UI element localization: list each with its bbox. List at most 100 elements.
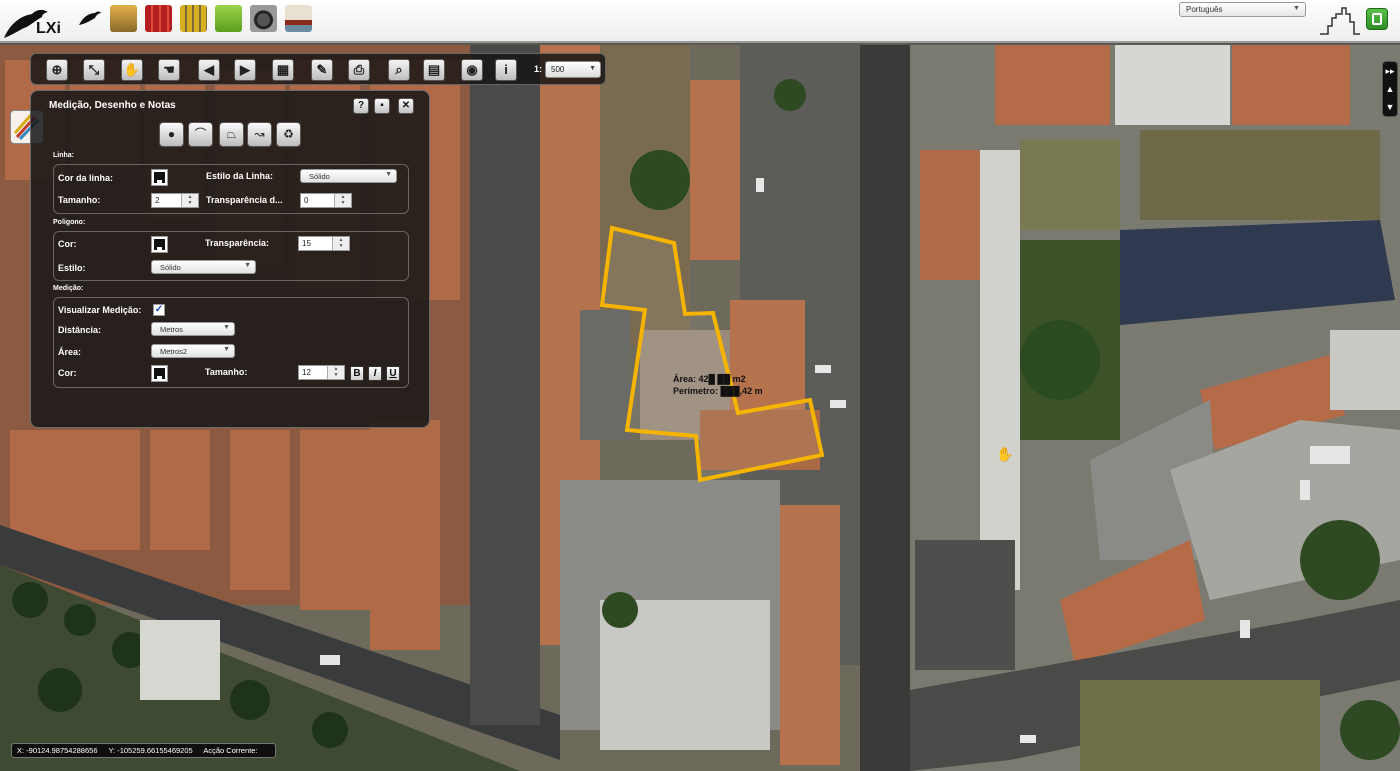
- polygon-color-picker[interactable]: [151, 236, 168, 253]
- arrow-up-icon[interactable]: ▲: [1383, 80, 1397, 98]
- show-measurement-label: Visualizar Medição:: [58, 305, 142, 315]
- x-coordinate: X: -90124.98754288656: [17, 746, 98, 755]
- scale-label: 1:: [534, 64, 543, 74]
- stepper-arrows-icon[interactable]: ▲ ▼: [327, 366, 344, 379]
- archive-app-icon[interactable]: [145, 5, 172, 32]
- polygon-style-value: Sólido: [160, 263, 181, 272]
- help-icon[interactable]: ?: [353, 98, 369, 114]
- polygon-color-label: Cor:: [58, 239, 77, 249]
- minimize-icon[interactable]: ▪: [374, 98, 390, 114]
- stepper-arrows-icon[interactable]: ▲ ▼: [181, 194, 198, 207]
- recycle-clear-icon[interactable]: ♻: [276, 122, 301, 147]
- current-action: Acção Corrente:: [203, 746, 258, 755]
- bold-button[interactable]: B: [350, 366, 364, 381]
- hand-cursor-icon: ✋: [996, 446, 1014, 462]
- polygon-style-label: Estilo:: [58, 263, 86, 273]
- distance-unit-value: Metros: [160, 325, 183, 334]
- chevron-down-icon: ▼: [589, 65, 596, 72]
- line-style-select[interactable]: Sólido ▼: [300, 169, 397, 183]
- ship-app-icon[interactable]: [285, 5, 312, 32]
- green-map-app-icon[interactable]: [215, 5, 242, 32]
- line-transparency-label: Transparência d...: [206, 195, 283, 205]
- camera-icon[interactable]: ◉: [461, 59, 483, 81]
- text-color-picker[interactable]: [151, 365, 168, 382]
- status-bar: X: -90124.98754288656 Y: -105259.6615546…: [11, 743, 276, 758]
- area-unit-label: Área:: [58, 347, 82, 357]
- distance-unit-label: Distância:: [58, 325, 102, 335]
- stepper-arrows-icon[interactable]: ▲ ▼: [332, 237, 349, 250]
- draw-icon[interactable]: ✎: [311, 59, 333, 81]
- chevron-down-icon: ▼: [1293, 5, 1300, 12]
- polygon-transparency-value: 15: [302, 239, 311, 248]
- line-style-label: Estilo da Linha:: [206, 171, 274, 181]
- text-size-value: 12: [302, 368, 311, 377]
- point-tool-icon[interactable]: ●: [159, 122, 184, 147]
- language-select[interactable]: Português ▼: [1179, 2, 1306, 17]
- area-unit-select[interactable]: Metros2 ▼: [151, 344, 235, 358]
- chevron-down-icon: ▼: [223, 346, 230, 353]
- chevron-down-icon: ▼: [385, 171, 392, 178]
- logo-text: LXi: [36, 20, 61, 37]
- measure-draw-panel: Medição, Desenho e Notas ? ▪ ✕ ● ⌒ ⏢ ↝ ♻…: [30, 90, 430, 428]
- window-icon: [1372, 13, 1382, 25]
- perimeter-text: Perímetro: ███,42 m: [673, 386, 763, 396]
- distance-unit-select[interactable]: Metros ▼: [151, 322, 235, 336]
- polygon-transparency-stepper[interactable]: 15 ▲ ▼: [298, 236, 350, 251]
- open-app-button[interactable]: [1366, 8, 1388, 30]
- area-text: Área: 42█ ██ m2: [673, 374, 746, 384]
- show-measurement-checkbox[interactable]: ✓: [153, 304, 165, 316]
- close-icon[interactable]: ✕: [398, 98, 414, 114]
- info-icon[interactable]: i: [495, 59, 517, 81]
- layers-icon[interactable]: ▦: [272, 59, 294, 81]
- scale-value: 500: [551, 65, 565, 74]
- text-size-label: Tamanho:: [205, 367, 248, 377]
- bird-app-icon[interactable]: [75, 5, 102, 32]
- measurement-label: Área: 42█ ██ m2 Perímetro: ███,42 m: [673, 373, 763, 397]
- right-nav-control: ▸▸ ▲ ▼: [1382, 61, 1398, 117]
- line-size-label: Tamanho:: [58, 195, 101, 205]
- line-transparency-value: 0: [304, 196, 309, 205]
- line-size-stepper[interactable]: 2 ▲ ▼: [151, 193, 199, 208]
- yellow-docs-app-icon[interactable]: [180, 5, 207, 32]
- section-poligono: Poligono:: [53, 219, 86, 226]
- freehand-tool-icon[interactable]: ↝: [247, 122, 272, 147]
- chevron-down-icon: ▼: [223, 324, 230, 331]
- text-size-stepper[interactable]: 12 ▲ ▼: [298, 365, 345, 380]
- expand-right-icon[interactable]: ▸▸: [1383, 62, 1397, 80]
- line-style-value: Sólido: [309, 172, 330, 181]
- polygon-tool-icon[interactable]: ⏢: [219, 122, 244, 147]
- line-color-label: Cor da linha:: [58, 173, 114, 183]
- header-bar: LXi Português ▼: [0, 0, 1400, 43]
- camera-app-icon[interactable]: [250, 5, 277, 32]
- castle-outline-icon: [1320, 7, 1360, 35]
- italic-button[interactable]: I: [368, 366, 382, 381]
- area-unit-value: Metros2: [160, 347, 188, 356]
- arrow-down-icon[interactable]: ▼: [1383, 98, 1397, 116]
- pan-hand-icon[interactable]: ✋: [121, 59, 143, 81]
- polygon-transparency-label: Transparência:: [205, 238, 270, 248]
- save-icon[interactable]: ▤: [423, 59, 445, 81]
- print-icon[interactable]: ⎙: [348, 59, 370, 81]
- line-size-value: 2: [155, 196, 160, 205]
- scale-select[interactable]: 500 ▼: [545, 61, 601, 78]
- section-medicao: Medição:: [53, 285, 84, 292]
- forward-arrow-icon[interactable]: ▶: [234, 59, 256, 81]
- text-color-label: Cor:: [58, 368, 77, 378]
- chevron-down-icon: ▼: [244, 262, 251, 269]
- search-icon[interactable]: ⌕: [388, 59, 410, 81]
- line-tool-icon[interactable]: ⌒: [188, 122, 213, 147]
- zoom-in-icon[interactable]: ⊕: [46, 59, 68, 81]
- line-color-picker[interactable]: [151, 169, 168, 186]
- underline-button[interactable]: U: [386, 366, 400, 381]
- identify-hand-icon[interactable]: ☚: [158, 59, 180, 81]
- polygon-style-select[interactable]: Sólido ▼: [151, 260, 256, 274]
- back-arrow-icon[interactable]: ◀: [198, 59, 220, 81]
- section-linha: Linha:: [53, 152, 74, 159]
- line-transparency-stepper[interactable]: 0 ▲ ▼: [300, 193, 352, 208]
- y-coordinate: Y: -105259.66155469205: [108, 746, 193, 755]
- construction-app-icon[interactable]: [110, 5, 137, 32]
- panel-title: Medição, Desenho e Notas: [49, 100, 176, 111]
- map-toolbar: ⊕ ⤡ ✋ ☚ ◀ ▶ ▦ ✎ ⎙ ⌕ ▤ ◉ i 1: 500 ▼: [30, 53, 606, 85]
- zoom-extent-icon[interactable]: ⤡: [83, 59, 105, 81]
- stepper-arrows-icon[interactable]: ▲ ▼: [334, 194, 351, 207]
